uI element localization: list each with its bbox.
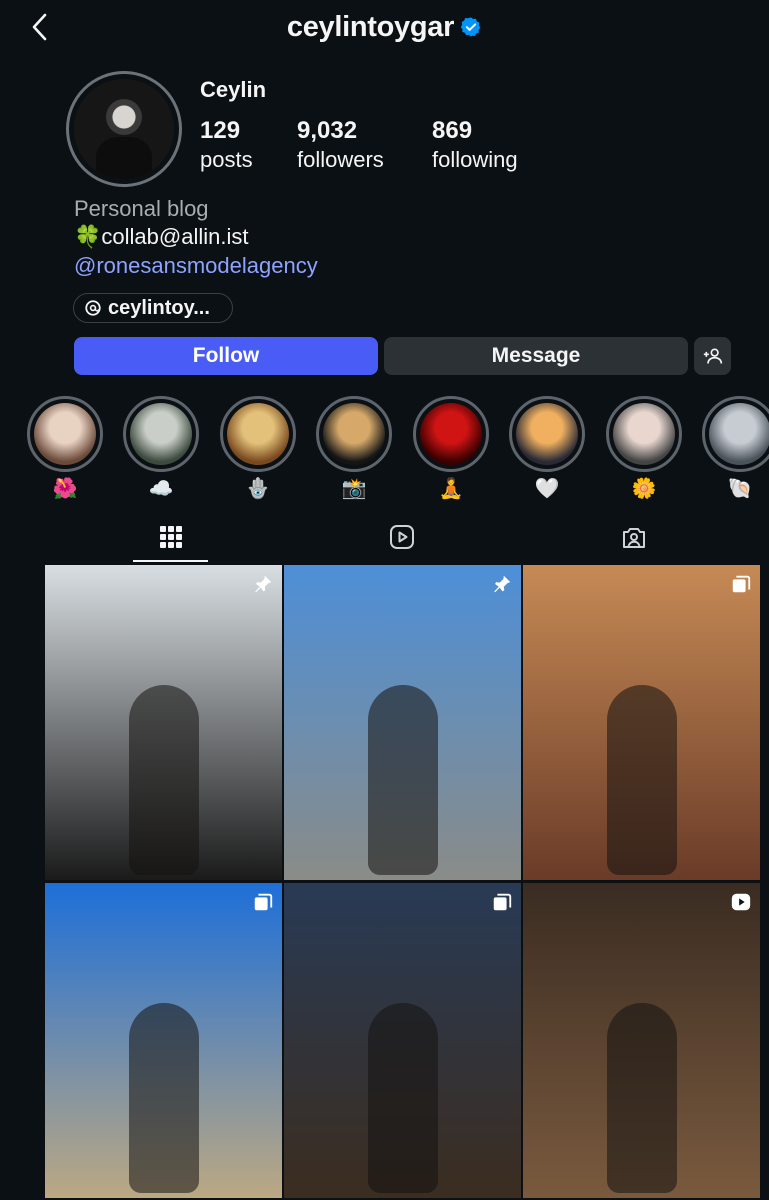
tab-reels[interactable]: [382, 520, 422, 554]
photo-subject: [606, 1002, 677, 1193]
highlight-ring: [220, 396, 296, 472]
highlight-ring: [413, 396, 489, 472]
post-thumbnail[interactable]: [284, 883, 521, 1198]
followers-label: followers: [297, 147, 384, 172]
follow-button[interactable]: Follow: [74, 337, 378, 375]
suggested-people-button[interactable]: [694, 337, 731, 375]
profile-category: Personal blog: [74, 196, 209, 221]
highlight-label: 🐚: [727, 478, 753, 500]
photo-subject: [367, 1002, 438, 1193]
threads-icon: [85, 300, 101, 316]
highlight-label: 🌼: [631, 478, 657, 500]
highlight-label: 🧘: [438, 478, 464, 500]
bio-email-line: 🍀collab@allin.ist: [74, 224, 249, 249]
highlight-cover: [323, 403, 385, 465]
followers-stat[interactable]: 9,032 followers: [297, 117, 384, 173]
profile-avatar-ring[interactable]: [66, 71, 182, 187]
profile-username: ceylintoygar: [0, 10, 769, 44]
photo-subject: [367, 684, 438, 875]
highlight-ring: [509, 396, 585, 472]
following-stat[interactable]: 869 following: [432, 117, 518, 173]
carousel-icon: [254, 893, 273, 911]
reel-icon: [731, 893, 751, 911]
post-thumbnail[interactable]: [523, 565, 760, 880]
active-tab-indicator: [133, 560, 208, 562]
story-highlight[interactable]: 🌼: [606, 396, 682, 502]
username-text: ceylintoygar: [286, 10, 455, 43]
bio-mention-link[interactable]: @ronesansmodelagency: [74, 253, 318, 279]
pin-icon: [255, 575, 272, 593]
avatar: [74, 79, 174, 179]
story-highlight[interactable]: 🌺: [27, 396, 103, 502]
highlight-cover: [516, 403, 578, 465]
following-count: 869: [432, 117, 473, 144]
threads-link[interactable]: ceylintoy...: [73, 293, 233, 323]
highlight-cover: [613, 403, 675, 465]
highlight-ring: [123, 396, 199, 472]
highlight-ring: [27, 396, 103, 472]
post-thumbnail[interactable]: [45, 565, 282, 880]
photo-subject: [606, 684, 677, 875]
posts-count: 129: [200, 117, 241, 144]
photo-subject: [128, 1002, 199, 1193]
story-highlight[interactable]: 📸: [316, 396, 392, 502]
story-highlight[interactable]: 🤍: [509, 396, 585, 502]
highlight-label: 📸: [341, 478, 367, 500]
message-button[interactable]: Message: [384, 337, 688, 375]
grid-icon: [160, 526, 182, 548]
verified-badge-icon: [460, 17, 481, 37]
post-thumbnail[interactable]: [45, 883, 282, 1198]
highlight-cover: [34, 403, 96, 465]
threads-handle: ceylintoy...: [108, 296, 210, 319]
highlight-ring: [702, 396, 769, 472]
highlight-cover: [420, 403, 482, 465]
pin-icon: [494, 575, 511, 593]
following-label: following: [432, 147, 518, 172]
highlight-label: 🪬: [245, 478, 271, 500]
followers-count: 9,032: [297, 117, 358, 144]
highlight-ring: [606, 396, 682, 472]
story-highlight[interactable]: ☁️: [123, 396, 199, 502]
highlight-cover: [709, 403, 769, 465]
highlight-label: 🌺: [52, 478, 78, 500]
story-highlight[interactable]: 🧘: [413, 396, 489, 502]
highlight-label: 🤍: [534, 478, 560, 500]
reels-icon: [390, 525, 414, 549]
highlight-label: ☁️: [148, 478, 174, 500]
post-thumbnail[interactable]: [523, 883, 760, 1198]
add-person-icon: [703, 348, 722, 364]
story-highlight[interactable]: 🐚: [702, 396, 769, 502]
post-thumbnail[interactable]: [284, 565, 521, 880]
posts-label: posts: [200, 147, 253, 172]
highlight-ring: [316, 396, 392, 472]
photo-subject: [128, 684, 199, 875]
carousel-icon: [732, 575, 751, 593]
story-highlight[interactable]: 🪬: [220, 396, 296, 502]
tagged-icon: [623, 528, 645, 548]
tab-posts-grid[interactable]: [151, 520, 191, 554]
posts-stat[interactable]: 129 posts: [200, 117, 253, 173]
highlight-cover: [227, 403, 289, 465]
tab-tagged[interactable]: [614, 520, 654, 554]
highlight-cover: [130, 403, 192, 465]
display-name: Ceylin: [200, 77, 267, 102]
carousel-icon: [493, 893, 512, 911]
